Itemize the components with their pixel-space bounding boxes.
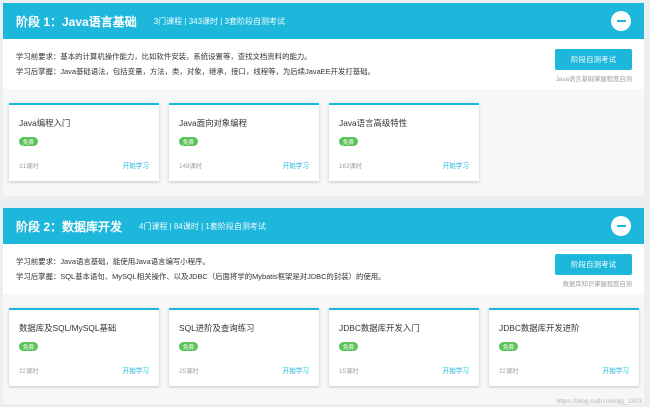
course-name: Java语言高级特性 — [339, 118, 407, 128]
course-name: 数据库及SQL/MySQL基础 — [19, 323, 117, 333]
free-badge: 免费 — [499, 342, 518, 351]
stage-2-title: 阶段 2：数据库开发 — [16, 219, 123, 234]
course-card[interactable]: Java编程入门 免费 31课时 开始学习 — [9, 103, 159, 181]
course-hours: 15课时 — [339, 368, 359, 375]
stage-1-test-tip: Java语言基础掌握程度自测 — [555, 76, 632, 83]
watermark: https://blog.csdn.net/qq_1503 — [556, 398, 642, 405]
minus-icon — [616, 225, 626, 227]
start-learning-link[interactable]: 开始学习 — [443, 160, 469, 170]
stage-2-panel: 阶段 2：数据库开发 4门课程 | 84课时 | 1套阶段自测考试 学习前要求：… — [3, 208, 644, 404]
start-learning-link[interactable]: 开始学习 — [443, 365, 469, 375]
course-name: JDBC数据库开发进阶 — [499, 323, 580, 333]
stage-2-course-list: 数据库及SQL/MySQL基础 免费 22课时 开始学习 SQL进阶及查询练习 … — [3, 294, 644, 404]
course-hours: 22课时 — [19, 368, 39, 375]
course-hours: 163课时 — [339, 163, 363, 170]
course-card[interactable]: JDBC数据库开发入门 免费 15课时 开始学习 — [329, 308, 479, 386]
free-badge: 免费 — [19, 137, 38, 146]
minus-icon — [616, 20, 626, 22]
free-badge: 免费 — [19, 342, 38, 351]
stage-2-header: 阶段 2：数据库开发 4门课程 | 84课时 | 1套阶段自测考试 — [3, 208, 644, 244]
course-hours: 149课时 — [179, 163, 203, 170]
free-badge: 免费 — [179, 137, 198, 146]
stage-1-requirement-after: 学习后掌握：Java基础语法，包括变量，方法，类，对象，继承，接口，线程等，为后… — [16, 67, 375, 76]
stage-2-test-button[interactable]: 阶段自测考试 — [555, 254, 632, 275]
stage-1-info: 学习前要求：基本的计算机操作能力，比如软件安装，系统设置等，查找文档资料的能力。… — [3, 39, 644, 89]
free-badge: 免费 — [339, 342, 358, 351]
start-learning-link[interactable]: 开始学习 — [123, 365, 149, 375]
course-name: Java面向对象编程 — [179, 118, 247, 128]
course-card[interactable]: JDBC数据库开发进阶 免费 22课时 开始学习 — [489, 308, 639, 386]
start-learning-link[interactable]: 开始学习 — [283, 365, 309, 375]
stage-1-course-list: Java编程入门 免费 31课时 开始学习 Java面向对象编程 免费 149课… — [3, 89, 644, 196]
course-hours: 22课时 — [499, 368, 519, 375]
course-name: Java编程入门 — [19, 118, 71, 128]
course-card[interactable]: Java语言高级特性 免费 163课时 开始学习 — [329, 103, 479, 181]
stage-1-requirement-before: 学习前要求：基本的计算机操作能力，比如软件安装，系统设置等，查找文档资料的能力。 — [16, 52, 312, 61]
start-learning-link[interactable]: 开始学习 — [123, 160, 149, 170]
stage-2-requirement-before: 学习前要求：Java语言基础，能使用Java语言编写小程序。 — [16, 257, 210, 266]
stage-1-test-button[interactable]: 阶段自测考试 — [555, 49, 632, 70]
course-hours: 31课时 — [19, 163, 39, 170]
course-name: SQL进阶及查询练习 — [179, 323, 255, 333]
course-card[interactable]: SQL进阶及查询练习 免费 25课时 开始学习 — [169, 308, 319, 386]
course-card[interactable]: Java面向对象编程 免费 149课时 开始学习 — [169, 103, 319, 181]
stage-2-requirement-after: 学习后掌握：SQL基本语句、MySQL相关操作、以及JDBC（后面将学的Myba… — [16, 272, 386, 281]
stage-1-header: 阶段 1：Java语言基础 3门课程 | 343课时 | 3套阶段自测考试 — [3, 3, 644, 39]
free-badge: 免费 — [339, 137, 358, 146]
stage-1-collapse-button[interactable] — [611, 11, 631, 31]
stage-2-info: 学习前要求：Java语言基础，能使用Java语言编写小程序。 学习后掌握：SQL… — [3, 244, 644, 294]
start-learning-link[interactable]: 开始学习 — [283, 160, 309, 170]
stage-1-title: 阶段 1：Java语言基础 — [16, 14, 137, 29]
stage-1-panel: 阶段 1：Java语言基础 3门课程 | 343课时 | 3套阶段自测考试 学习… — [3, 3, 644, 196]
course-name: JDBC数据库开发入门 — [339, 323, 420, 333]
start-learning-link[interactable]: 开始学习 — [603, 365, 629, 375]
free-badge: 免费 — [179, 342, 198, 351]
stage-2-meta: 4门课程 | 84课时 | 1套阶段自测考试 — [139, 221, 266, 231]
course-hours: 25课时 — [179, 368, 199, 375]
stage-2-test-tip: 数据库知识掌握程度自测 — [562, 281, 632, 288]
stage-1-meta: 3门课程 | 343课时 | 3套阶段自测考试 — [153, 16, 286, 26]
course-card[interactable]: 数据库及SQL/MySQL基础 免费 22课时 开始学习 — [9, 308, 159, 386]
stage-2-collapse-button[interactable] — [611, 216, 631, 236]
